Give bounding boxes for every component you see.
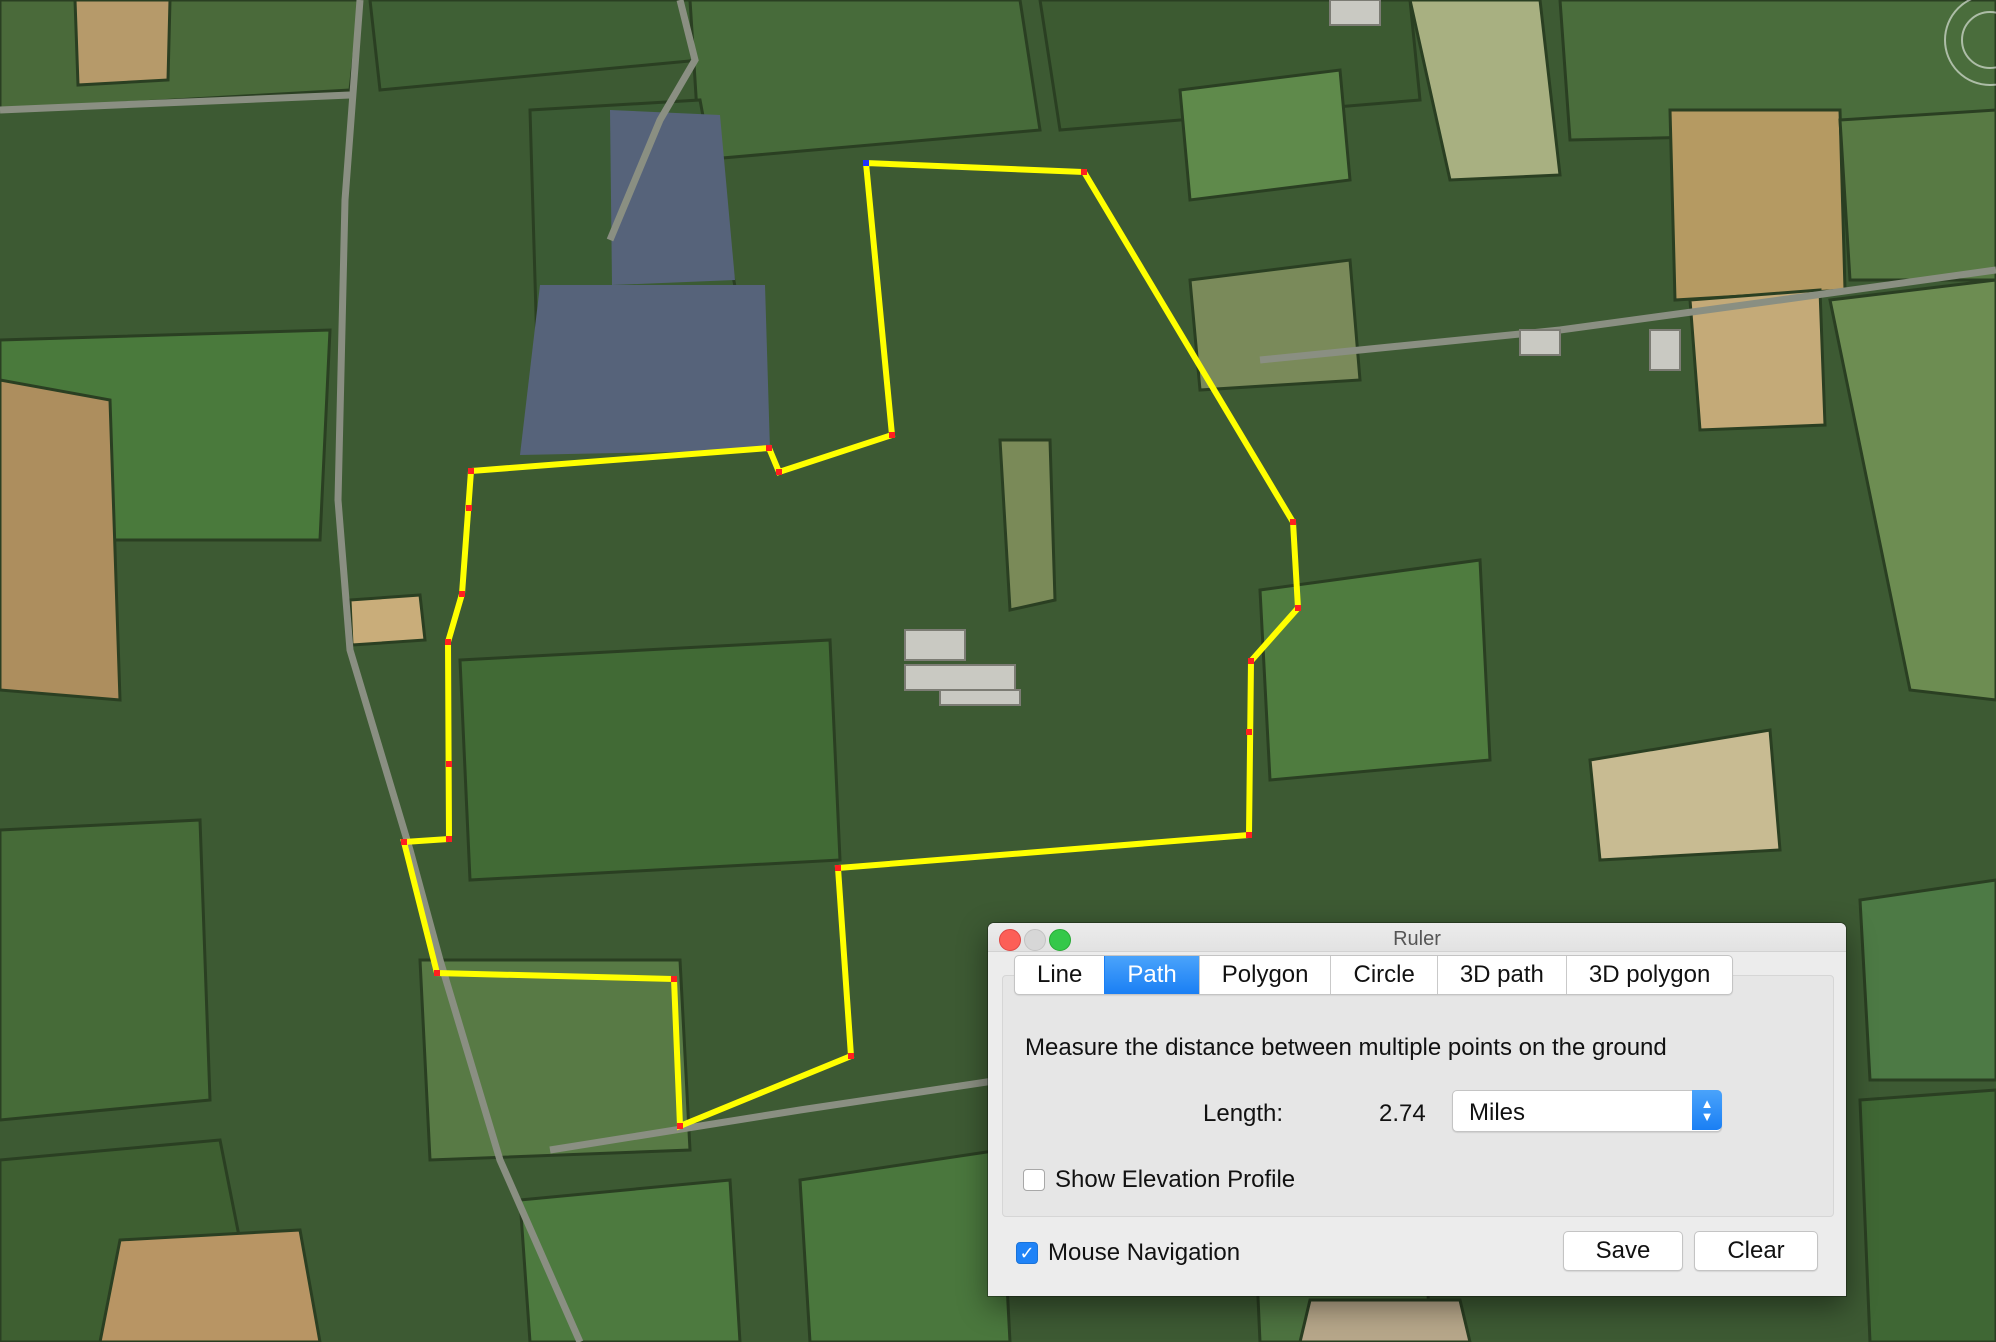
clear-button[interactable]: Clear (1694, 1231, 1818, 1271)
length-label: Length: (1203, 1100, 1284, 1127)
path-vertex[interactable] (1081, 169, 1087, 175)
path-vertex[interactable] (671, 976, 677, 982)
mouse-navigation-checkbox[interactable]: ✓ (1016, 1242, 1038, 1264)
path-vertex[interactable] (835, 865, 841, 871)
tab-polygon[interactable]: Polygon (1198, 956, 1331, 994)
tab-3d-path[interactable]: 3D path (1436, 956, 1566, 994)
select-stepper-icon: ▲ ▼ (1692, 1090, 1722, 1130)
path-vertex[interactable] (446, 836, 452, 842)
path-start-vertex[interactable] (863, 160, 869, 166)
path-vertex[interactable] (889, 432, 895, 438)
path-panel: Measure the distance between multiple po… (1002, 975, 1834, 1217)
show-elevation-label: Show Elevation Profile (1055, 1166, 1296, 1193)
ruler-window[interactable]: Ruler Measure the distance between multi… (988, 923, 1846, 1296)
path-vertex[interactable] (766, 445, 772, 451)
window-title: Ruler (1393, 928, 1441, 950)
path-vertex[interactable] (466, 505, 472, 511)
show-elevation-checkbox[interactable] (1023, 1169, 1045, 1191)
path-vertex[interactable] (468, 468, 474, 474)
length-value: 2.74 (1379, 1100, 1426, 1127)
save-button[interactable]: Save (1563, 1231, 1683, 1271)
path-vertex[interactable] (1295, 605, 1301, 611)
unit-select[interactable]: Miles ▲ ▼ (1452, 1090, 1722, 1132)
path-vertex[interactable] (401, 839, 407, 845)
show-elevation-row[interactable]: Show Elevation Profile (1023, 1166, 1295, 1194)
measure-mode-tabs: Line Path Polygon Circle 3D path 3D poly… (1014, 955, 1734, 995)
path-vertex[interactable] (776, 469, 782, 475)
ruler-titlebar[interactable]: Ruler (988, 923, 1846, 952)
mode-description: Measure the distance between multiple po… (1025, 1034, 1667, 1061)
path-vertex[interactable] (446, 761, 452, 767)
tab-path[interactable]: Path (1104, 956, 1199, 994)
unit-select-value: Miles (1469, 1099, 1526, 1126)
path-vertex[interactable] (1248, 658, 1254, 664)
path-vertex[interactable] (459, 591, 465, 597)
path-vertex[interactable] (677, 1123, 683, 1129)
path-vertex[interactable] (434, 970, 440, 976)
tab-circle[interactable]: Circle (1330, 956, 1436, 994)
mouse-navigation-row[interactable]: ✓ Mouse Navigation (1016, 1239, 1240, 1267)
tab-3d-polygon[interactable]: 3D polygon (1565, 956, 1732, 994)
path-vertex[interactable] (1290, 519, 1296, 525)
tab-line[interactable]: Line (1015, 956, 1104, 994)
path-vertex[interactable] (1246, 832, 1252, 838)
path-vertex[interactable] (1246, 729, 1252, 735)
path-vertex[interactable] (848, 1053, 854, 1059)
path-vertex[interactable] (445, 639, 451, 645)
mouse-navigation-label: Mouse Navigation (1048, 1239, 1241, 1266)
